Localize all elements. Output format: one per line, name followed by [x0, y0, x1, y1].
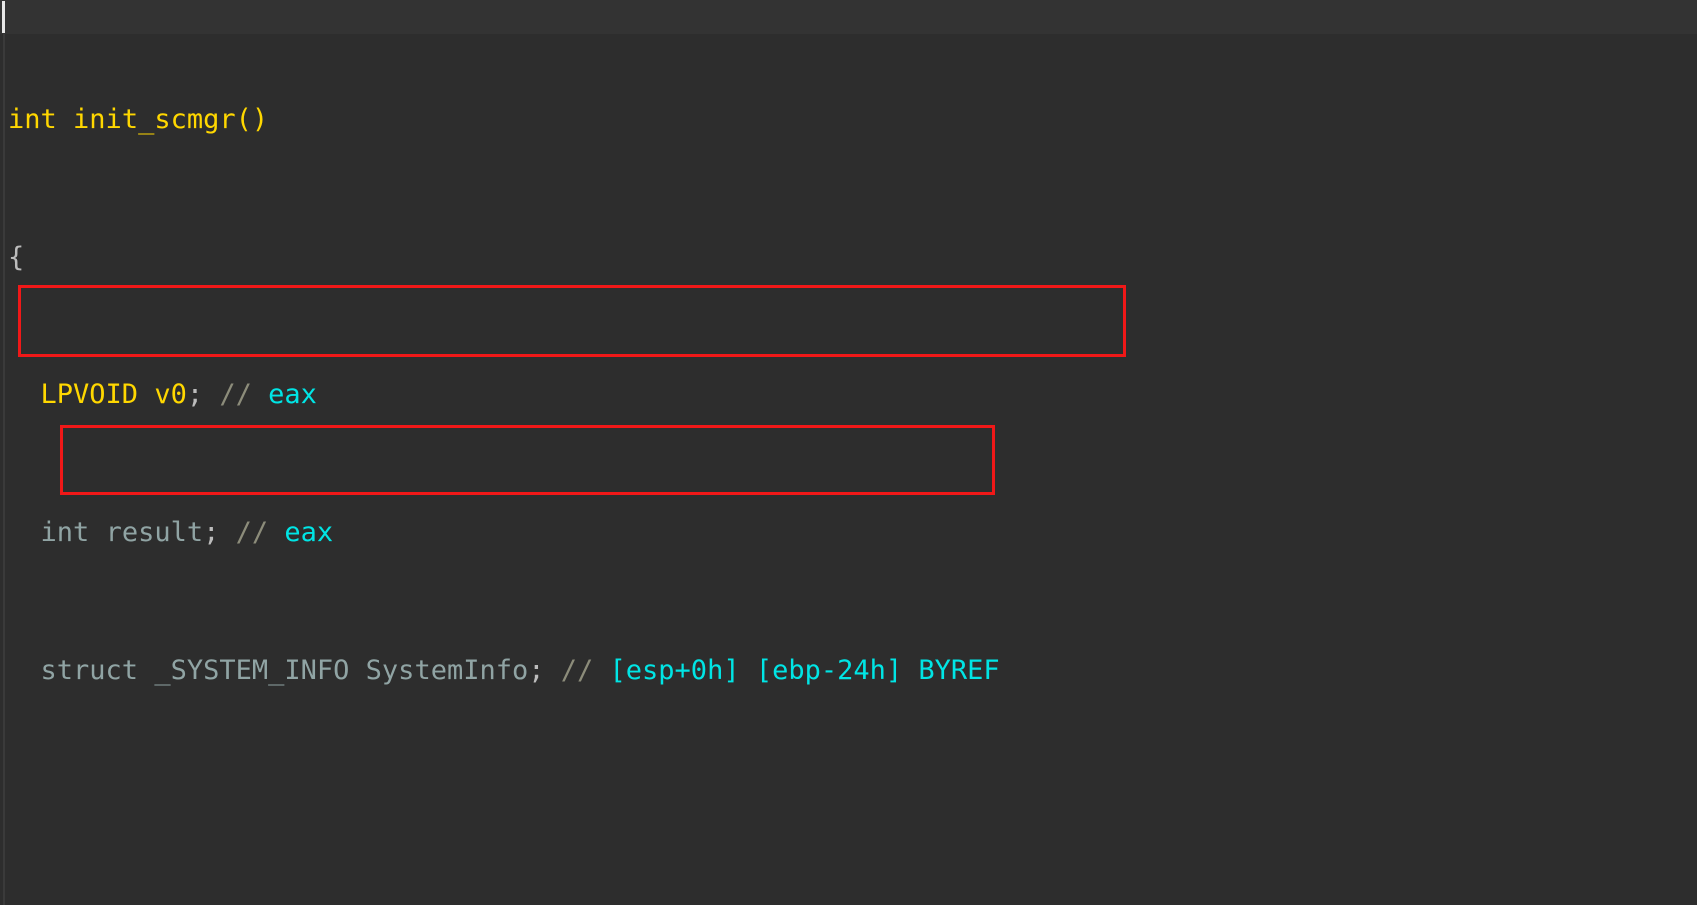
- token-open-brace: {: [8, 241, 25, 273]
- code-line-5[interactable]: struct _SYSTEM_INFO SystemInfo; // [esp+…: [0, 654, 1697, 688]
- code-line-1[interactable]: int init_scmgr(): [0, 103, 1697, 137]
- token-type-system-info: _SYSTEM_INFO: [154, 654, 350, 686]
- token-comment-stack-offsets: [esp+0h] [ebp-24h] BYREF: [609, 654, 1000, 686]
- token-comment-slashes: //: [235, 517, 285, 549]
- token-keyword-struct: struct: [40, 654, 139, 686]
- token-keyword-int: int: [8, 104, 57, 136]
- token-comment-register: eax: [268, 379, 317, 411]
- token-params: (): [235, 104, 269, 136]
- token-var-result[interactable]: result: [106, 517, 204, 548]
- code-line-6-blank: [0, 791, 1697, 825]
- token-comment-register: eax: [284, 517, 334, 549]
- token-type-lpvoid: LPVOID: [40, 379, 139, 411]
- token-semicolon: ;: [528, 654, 561, 686]
- pseudocode-text[interactable]: int init_scmgr() { LPVOID v0; // eax int…: [0, 0, 1697, 905]
- pseudocode-window: int init_scmgr() { LPVOID v0; // eax int…: [0, 0, 1697, 905]
- token-semicolon: ;: [203, 517, 236, 549]
- code-line-3[interactable]: LPVOID v0; // eax: [0, 378, 1697, 412]
- token-var-systeminfo[interactable]: SystemInfo: [366, 655, 529, 686]
- code-line-2[interactable]: {: [0, 241, 1697, 275]
- token-type-int: int: [40, 517, 90, 549]
- code-line-4[interactable]: int result; // eax: [0, 516, 1697, 550]
- token-var-v0[interactable]: v0: [154, 379, 187, 410]
- token-comment-slashes: //: [219, 379, 269, 411]
- token-function-name[interactable]: init_scmgr: [73, 104, 236, 135]
- token-comment-slashes: //: [560, 654, 594, 686]
- token-semicolon: ;: [186, 379, 220, 411]
